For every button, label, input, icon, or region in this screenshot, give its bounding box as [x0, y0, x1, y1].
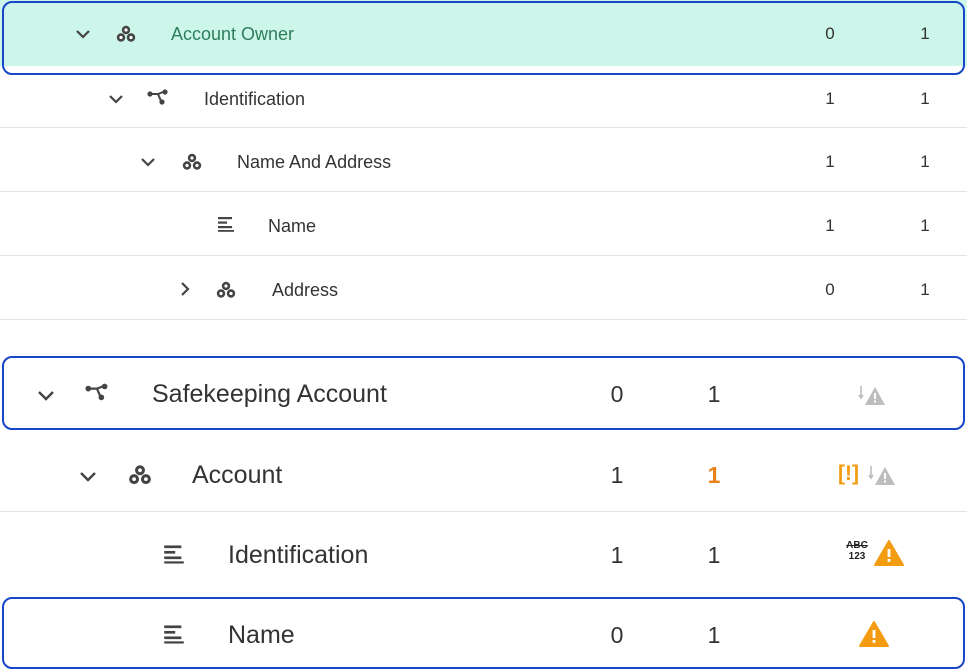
tree-label: Account Owner — [171, 24, 295, 44]
text-field-icon — [162, 623, 186, 645]
max-occurs: 1 — [707, 622, 721, 648]
min-occurs: 1 — [610, 462, 624, 488]
warning-icon[interactable] — [859, 620, 889, 648]
tree-label: Account — [192, 461, 283, 489]
text-field-icon — [216, 214, 236, 234]
tree-row-name-leaf[interactable]: Name 0 1 — [0, 598, 967, 671]
max-occurs: 1 — [920, 89, 930, 108]
min-occurs: 0 — [825, 24, 835, 43]
tree-row-name[interactable]: Name 1 1 — [0, 192, 967, 256]
tree-row-identification[interactable]: Identification 1 1 — [0, 66, 967, 128]
min-occurs: 0 — [610, 381, 624, 407]
chevron-down-icon[interactable] — [139, 153, 157, 171]
tree-row-account-owner[interactable]: Account Owner 0 1 — [0, 0, 967, 66]
format-text-top: ABC — [846, 540, 868, 551]
min-occurs: 1 — [610, 542, 624, 568]
chevron-down-icon[interactable] — [107, 90, 125, 108]
cardinality-warning-icon[interactable]: [!] — [838, 462, 859, 486]
tree-label: Name — [268, 216, 317, 236]
tree-label: Safekeeping Account — [152, 380, 387, 408]
group-icon — [180, 150, 204, 174]
choice-icon — [84, 381, 110, 405]
max-occurs: 1 — [707, 462, 721, 488]
format-icon[interactable]: ABC 123 — [842, 540, 872, 562]
min-occurs: 1 — [825, 89, 835, 108]
tree-label: Identification — [204, 89, 306, 109]
max-occurs: 1 — [920, 24, 930, 43]
group-icon — [114, 22, 138, 46]
tree-row-address[interactable]: Address 0 1 — [0, 256, 967, 320]
min-occurs: 1 — [825, 216, 835, 235]
tree-row-identification-leaf[interactable]: Identification 1 1 ABC 123 — [0, 512, 967, 598]
max-occurs: 1 — [707, 542, 721, 568]
text-field-icon — [162, 543, 186, 565]
rule-warning-icon[interactable] — [868, 464, 896, 488]
tree-label: Identification — [228, 541, 369, 569]
chevron-down-icon[interactable] — [74, 25, 92, 43]
min-occurs: 0 — [825, 280, 835, 299]
choice-icon — [146, 87, 170, 109]
chevron-down-icon[interactable] — [36, 386, 56, 404]
rule-warning-icon[interactable] — [858, 384, 886, 408]
max-occurs: 1 — [920, 152, 930, 171]
tree-row-account[interactable]: Account 1 1 [!] — [0, 432, 967, 512]
tree-label: Address — [272, 280, 339, 300]
group-icon — [214, 278, 238, 302]
min-occurs: 1 — [825, 152, 835, 171]
tree-label: Name And Address — [237, 152, 392, 172]
tree-row-name-and-address[interactable]: Name And Address 1 1 — [0, 128, 967, 192]
format-text-bottom: 123 — [848, 551, 866, 562]
tree-label: Name — [228, 621, 295, 649]
chevron-down-icon[interactable] — [78, 467, 98, 485]
group-icon — [126, 461, 154, 489]
chevron-right-icon[interactable] — [178, 280, 192, 298]
max-occurs: 1 — [707, 381, 721, 407]
tree-row-safekeeping-account[interactable]: Safekeeping Account 0 1 — [0, 356, 967, 432]
min-occurs: 0 — [610, 622, 624, 648]
max-occurs: 1 — [920, 280, 930, 299]
warning-icon[interactable] — [874, 539, 904, 567]
max-occurs: 1 — [920, 216, 930, 235]
